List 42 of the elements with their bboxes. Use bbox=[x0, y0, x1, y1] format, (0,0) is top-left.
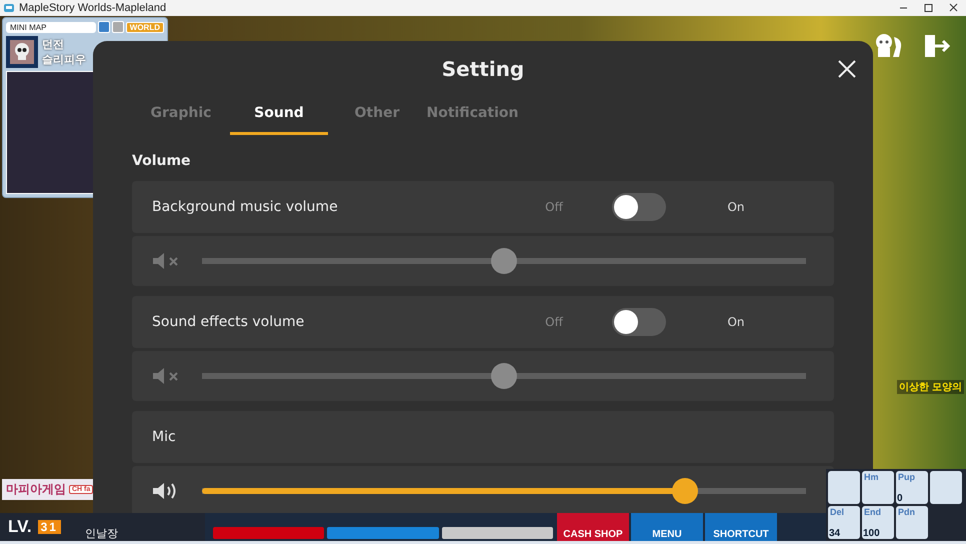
slider-thumb[interactable] bbox=[491, 248, 517, 274]
setting-label: Background music volume bbox=[152, 199, 339, 215]
quick-slot[interactable]: Hm bbox=[862, 471, 894, 504]
setting-label: Sound effects volume bbox=[152, 314, 306, 330]
menu-button[interactable]: CASH SHOP bbox=[557, 513, 629, 541]
app-icon bbox=[4, 3, 14, 13]
skull-icon bbox=[9, 39, 35, 65]
level-label: LV. bbox=[8, 517, 32, 537]
quick-slot[interactable]: Pdn bbox=[896, 506, 928, 539]
quick-slot[interactable]: Pup 0 bbox=[896, 471, 928, 504]
settings-tab[interactable]: Other bbox=[328, 97, 426, 135]
toggle-switch[interactable] bbox=[612, 193, 666, 221]
settings-tab[interactable]: Notification bbox=[424, 97, 521, 135]
settings-tab[interactable]: Sound bbox=[230, 97, 328, 135]
quick-slot[interactable]: Del 34 bbox=[828, 506, 860, 539]
menu-button[interactable]: SHORTCUT bbox=[705, 513, 777, 541]
off-label: Off bbox=[544, 315, 564, 329]
exit-icon[interactable] bbox=[923, 33, 951, 59]
section-heading: Volume bbox=[132, 153, 192, 169]
on-label: On bbox=[726, 200, 746, 214]
character-name: 인날장 bbox=[84, 527, 118, 541]
friends-icon[interactable] bbox=[874, 33, 904, 59]
zoom-out-button[interactable] bbox=[98, 21, 110, 33]
settings-tab[interactable]: Graphic bbox=[132, 97, 230, 135]
menu-button[interactable]: MENU bbox=[631, 513, 703, 541]
level-number: 31 bbox=[38, 520, 61, 534]
npc-name: 이상한 모양의 bbox=[897, 380, 964, 394]
zoom-in-button[interactable] bbox=[112, 21, 124, 33]
setting-label: Mic bbox=[152, 429, 177, 445]
quick-slot[interactable]: End 100 bbox=[862, 506, 894, 539]
map-name: 슬리피우 bbox=[42, 53, 86, 67]
region-label: 던전 bbox=[42, 38, 65, 52]
slider-thumb[interactable] bbox=[672, 478, 698, 504]
dialog-title: Setting bbox=[442, 57, 524, 81]
toggle-switch[interactable] bbox=[612, 308, 666, 336]
close-icon[interactable] bbox=[838, 60, 856, 78]
on-label: On bbox=[726, 315, 746, 329]
channel-name: 마피아게임 bbox=[6, 481, 66, 498]
minimap-title: MINI MAP bbox=[6, 22, 96, 32]
off-label: Off bbox=[544, 200, 564, 214]
slider-thumb[interactable] bbox=[491, 363, 517, 389]
window-title: MapleStory Worlds-Mapleland bbox=[19, 2, 168, 14]
